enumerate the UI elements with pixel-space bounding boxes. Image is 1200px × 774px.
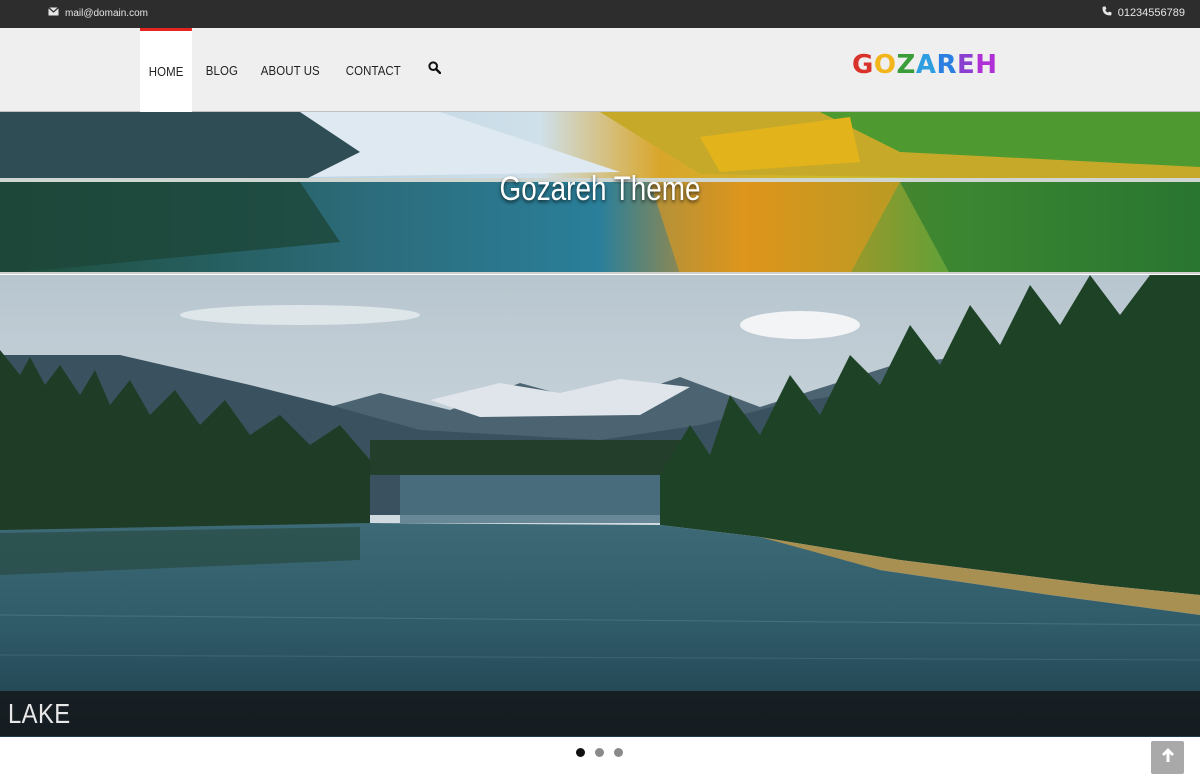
logo-letter: Z [896,50,916,80]
logo-letter: G [852,50,874,80]
search-button[interactable] [418,28,451,112]
slider-dot-3[interactable] [614,748,623,757]
nav-item-home[interactable]: HOME [140,28,193,112]
logo-letter: O [873,50,897,80]
envelope-icon [48,7,59,19]
site-logo[interactable]: G O Z A R E H [852,50,998,80]
nav-item-contact[interactable]: CONTACT [337,28,410,112]
main-nav: HOME BLOG ABOUT US CONTACT [140,28,451,112]
banner-title: Gozareh Theme [499,170,701,208]
slide-caption: LAKE [8,698,71,729]
email-text: mail@domain.com [65,7,148,19]
arrow-up-icon [1161,747,1175,768]
nav-item-label: BLOG [206,62,239,78]
phone-text: 01234556789 [1117,6,1185,19]
top-bar: mail@domain.com 01234556789 [0,0,1200,28]
nav-item-label: ABOUT US [260,62,320,78]
search-icon [427,61,441,79]
slider-pagination [576,748,623,757]
contact-phone[interactable]: 01234556789 [1102,6,1185,19]
logo-letter: R [936,50,957,80]
nav-item-label: HOME [148,64,184,79]
slider-dot-2[interactable] [595,748,604,757]
logo-letter: A [915,50,937,80]
slide-caption-bar: LAKE [0,691,1200,736]
nav-item-blog[interactable]: BLOG [197,28,247,112]
lake-slide-image [0,275,1200,737]
logo-letter: E [956,50,976,80]
nav-item-label: CONTACT [345,62,401,78]
nav-item-about-us[interactable]: ABOUT US [252,28,329,112]
phone-icon [1102,6,1112,19]
image-slider[interactable]: LAKE [0,275,1200,737]
back-to-top-button[interactable] [1151,741,1184,774]
slider-dot-1[interactable] [576,748,585,757]
logo-letter: H [975,50,998,80]
site-header: HOME BLOG ABOUT US CONTACT G O Z A R E H [0,28,1200,112]
contact-email[interactable]: mail@domain.com [48,7,148,19]
